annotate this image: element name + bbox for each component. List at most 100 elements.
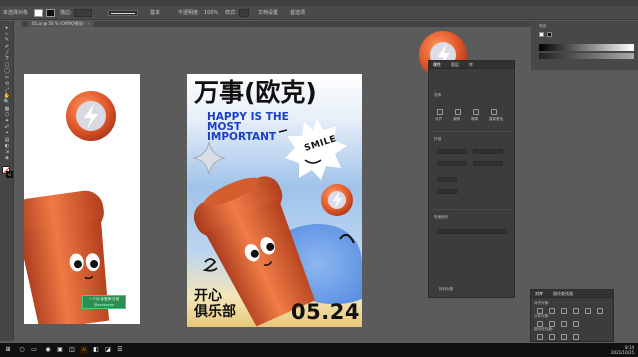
tab-properties[interactable]: 属性	[433, 62, 441, 68]
document-setup-button[interactable]: 文档设置	[258, 9, 278, 17]
divider	[433, 209, 511, 210]
swatch-black[interactable]	[547, 32, 552, 37]
tool-icon[interactable]: ▸	[2, 25, 12, 31]
app-icon[interactable]: ◫	[68, 346, 76, 354]
left-artwork	[24, 91, 116, 324]
windows-start-icon[interactable]: ⊞	[4, 346, 12, 354]
artboard-left[interactable]: 一个月·亲爱滴·日常 @xxxxxxxx	[24, 74, 140, 324]
distribute-objects-label: 分布对象:	[534, 314, 550, 318]
align-left-icon[interactable]	[537, 308, 543, 314]
tool-icon[interactable]: ◯	[2, 68, 12, 74]
fill-stroke-widget[interactable]	[2, 166, 13, 178]
opacity-value[interactable]: 100%	[204, 9, 218, 17]
opacity-label: 不透明度:	[178, 10, 200, 16]
align-center-icon[interactable]	[549, 308, 555, 314]
align-bottom-icon[interactable]	[597, 308, 603, 314]
illustrator-icon[interactable]: Ai	[80, 346, 88, 354]
tab-align[interactable]: 对齐	[535, 291, 543, 297]
tool-icon[interactable]: ✂	[2, 75, 12, 81]
align-right-icon[interactable]	[561, 308, 567, 314]
offset-icon[interactable]	[455, 109, 461, 115]
tab-layers[interactable]: 图层	[451, 62, 459, 68]
tool-icon[interactable]: ▦	[2, 106, 12, 112]
app-icon[interactable]: ◧	[92, 346, 100, 354]
appearance-field-3[interactable]	[437, 161, 467, 166]
control-bar: 未选择对象 描边: 基本 不透明度: 100% 样式: 文档设置 首选项	[0, 6, 638, 20]
tool-icon[interactable]: ⇲	[2, 149, 12, 155]
tool-icon[interactable]: ⌖	[2, 130, 12, 136]
stroke-swatch[interactable]	[46, 9, 55, 17]
pathfinder-icon[interactable]	[549, 334, 555, 340]
distribute-icon[interactable]	[549, 321, 555, 327]
recolor-icon[interactable]	[491, 109, 497, 115]
brush-label[interactable]: 基本	[150, 9, 160, 17]
sparkle-star-icon	[192, 141, 226, 175]
poster-club-name: 开心 俱乐部	[194, 288, 236, 320]
tool-icon[interactable]: 🔍	[2, 99, 12, 105]
tools-panel: ▸ ▹ ✎ ✐ ╱ T ▢ ◯ ✂ ⟲ ⤢ ✋ 🔍 ▦ ⬡ ✦ ☍ ⌖ ▤ ◐ ⇲ ◈	[0, 21, 14, 341]
tool-icon[interactable]: ◈	[2, 155, 12, 161]
pathfinder-icon[interactable]	[561, 334, 567, 340]
properties-panel: 属性 图层 库 变换 对齐 偏移 隔离 重新着色 外观 快速操作 排列对象	[428, 60, 515, 298]
tab-libraries[interactable]: 库	[469, 62, 473, 68]
app-icon[interactable]: ◪	[104, 346, 112, 354]
appearance-field-4[interactable]	[473, 161, 503, 166]
align-middle-icon[interactable]	[585, 308, 591, 314]
search-icon[interactable]: ○	[18, 346, 26, 354]
pathfinder-icon[interactable]	[573, 334, 579, 340]
appearance-field-6[interactable]	[437, 189, 457, 194]
align-icon[interactable]	[437, 109, 443, 115]
gradient-panel-label: 渐变	[539, 24, 547, 28]
icon-label-offset: 偏移	[453, 117, 461, 121]
caption-tag: 一个月·亲爱滴·日常 @xxxxxxxx	[82, 295, 126, 309]
appearance-field-2[interactable]	[473, 149, 503, 154]
app-icon[interactable]: ▣	[56, 346, 64, 354]
tool-icon[interactable]: ╱	[2, 50, 12, 56]
fill-swatch[interactable]	[34, 9, 43, 17]
poster-title: 万事(欧克)	[194, 78, 317, 107]
pathfinder-label: 路径查找器:	[534, 327, 554, 331]
stroke-profile-preview[interactable]	[108, 10, 138, 16]
stroke-icon[interactable]	[6, 171, 13, 178]
tool-icon[interactable]: ☍	[2, 124, 12, 130]
align-top-icon[interactable]	[573, 308, 579, 314]
swatch-white[interactable]	[539, 32, 544, 37]
icon-label-isolate: 隔离	[471, 117, 479, 121]
tool-icon[interactable]: ▤	[2, 137, 12, 143]
stroke-weight-field[interactable]	[74, 9, 92, 17]
tool-icon[interactable]: ▹	[2, 31, 12, 37]
isolate-icon[interactable]	[473, 109, 479, 115]
arrange-button[interactable]: 排列对象	[439, 287, 453, 292]
preferences-button[interactable]: 首选项	[290, 9, 305, 17]
tool-icon[interactable]: ▢	[2, 62, 12, 68]
appearance-field-5[interactable]	[437, 177, 457, 182]
distribute-icon[interactable]	[537, 321, 543, 327]
tool-icon[interactable]: ✦	[2, 118, 12, 124]
browser-icon[interactable]: ◉	[44, 346, 52, 354]
app-icon[interactable]: ☰	[116, 346, 124, 354]
tool-icon[interactable]: T	[2, 56, 12, 62]
distribute-icon[interactable]	[561, 321, 567, 327]
quick-action-field[interactable]	[437, 229, 507, 234]
section-quick-actions: 快速操作	[434, 215, 449, 219]
gradient-slider[interactable]	[539, 44, 634, 51]
tool-icon[interactable]: ⬡	[2, 112, 12, 118]
divider	[433, 131, 511, 132]
tab-pathfinder[interactable]: 路径查找器	[553, 291, 573, 297]
icon-label-align: 对齐	[435, 117, 443, 121]
tool-icon[interactable]: ◐	[2, 143, 12, 149]
illustrator-window: 未选择对象 描边: 基本 不透明度: 100% 样式: 文档设置 首选项 05.…	[0, 0, 638, 357]
pathfinder-icon[interactable]	[537, 334, 543, 340]
appearance-field-1[interactable]	[437, 149, 467, 154]
style-picker[interactable]	[239, 9, 249, 17]
artboard-poster[interactable]: 万事(欧克) HAPPY IS THE MOST IMPORTANT SMILE…	[187, 74, 362, 327]
tool-icon[interactable]: ✎	[2, 37, 12, 43]
tool-icon[interactable]: ✐	[2, 44, 12, 50]
clock-date: 2021/10/25	[611, 350, 635, 355]
document-tab[interactable]: 05.ai @ 50 % (CMYK/预览) ×	[28, 21, 95, 27]
tool-icon[interactable]: ⟲	[2, 81, 12, 87]
task-view-icon[interactable]: ▭	[30, 346, 38, 354]
taskbar-clock[interactable]: 8:14 2021/10/25	[611, 345, 634, 355]
close-icon[interactable]: ×	[87, 21, 90, 26]
distribute-icon[interactable]	[573, 321, 579, 327]
